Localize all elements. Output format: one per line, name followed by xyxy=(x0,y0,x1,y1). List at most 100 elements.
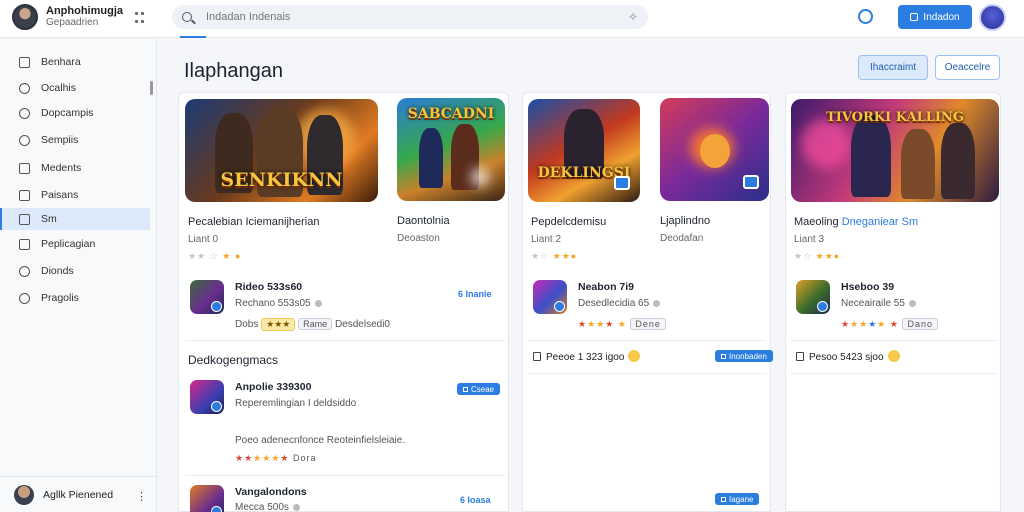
brand-title: Anphohimugja xyxy=(46,5,123,17)
card-subtitle: Deoaston xyxy=(397,233,440,244)
install-link[interactable]: 6 Ioasa xyxy=(460,495,491,505)
rating-stars: ★★ ☆ ★ ● xyxy=(188,251,242,261)
card-subtitle: Liant 3 xyxy=(794,234,825,245)
app-meta: Desedlecidia 65 xyxy=(578,298,661,309)
sidebar-user-name: Agllk Pienened xyxy=(43,488,114,501)
game-thumbnail-4[interactable] xyxy=(660,98,769,201)
doc-icon xyxy=(19,189,30,201)
more-icon[interactable]: ⋮ xyxy=(136,490,147,503)
primary-header-button[interactable]: Ihaccraimt xyxy=(858,55,928,80)
circle-icon xyxy=(19,292,30,304)
sidebar-item-7[interactable]: Peplicagian xyxy=(0,233,150,255)
list-item-name[interactable]: Vangalondons xyxy=(235,486,307,498)
list-item-sub: Mecca 500s xyxy=(235,502,300,512)
square-icon xyxy=(19,56,30,68)
sidebar-scrollbar[interactable] xyxy=(150,81,153,95)
circle-icon xyxy=(19,107,30,119)
square-icon xyxy=(721,496,726,502)
square-icon xyxy=(721,353,726,359)
sidebar-item-6[interactable]: Sm xyxy=(0,208,150,230)
sidebar: Benhara Ocalhis Dopcampis Sempiis Medent… xyxy=(0,39,157,512)
app-icon[interactable] xyxy=(190,485,224,512)
sidebar-item-0[interactable]: Benhara xyxy=(0,51,150,73)
search-icon xyxy=(182,12,192,22)
sparkle-icon[interactable]: ✧ xyxy=(628,10,638,24)
rating-stars: ★☆ ★★● xyxy=(794,251,841,261)
avatar xyxy=(14,484,34,505)
card-title[interactable]: Ljaplindno xyxy=(660,215,710,227)
card-subtitle: Liant 2 xyxy=(531,234,562,245)
sidebar-item-5[interactable]: Paisans xyxy=(0,184,150,206)
app-meta: Neceairaile 55 xyxy=(841,298,916,309)
tag-chip: Dano xyxy=(902,318,938,330)
game-art-title: SABCADNI xyxy=(407,106,495,122)
square-icon xyxy=(19,213,30,225)
list-item-sub: Reperemlingian I deldsiddo xyxy=(235,398,357,409)
verified-badge-icon xyxy=(743,175,759,189)
app-icon[interactable] xyxy=(190,380,224,414)
rating-stars: ★★★★★★ Dora xyxy=(235,453,317,463)
app-tags: Dobs ★★★ Rame Desdelsedi0 xyxy=(235,318,390,331)
game-art-title: TIVORKI KALLING xyxy=(826,110,964,125)
sidebar-item-9[interactable]: Pragolis xyxy=(0,287,150,309)
help-icon[interactable] xyxy=(858,9,873,24)
sidebar-item-4[interactable]: Medents xyxy=(0,157,150,179)
game-art-title: SENKIKNN xyxy=(220,169,343,191)
app-name[interactable]: Hseboo 39 xyxy=(841,281,894,293)
secondary-header-button[interactable]: Oeaccelre xyxy=(935,55,1000,80)
list-item-desc: Poeo adenecnfonce Reoteinfielsleiaie. xyxy=(235,435,406,446)
card-pill[interactable]: Inonbaden xyxy=(715,350,773,362)
rating-stars: ★★★★★ ★ Dano xyxy=(841,318,938,330)
brand[interactable]: Anphohimugja Gepaadrien xyxy=(12,4,123,30)
square-icon xyxy=(19,162,30,174)
search-input[interactable] xyxy=(206,11,606,23)
card-footer: Peeoe 1 323 igoo xyxy=(533,350,641,363)
card-column-5: TIVORKI KALLING Maeoling Dneganiear Sm L… xyxy=(785,92,1001,512)
game-thumbnail-3[interactable]: DEKLINGSI xyxy=(528,99,640,202)
game-thumbnail-5[interactable]: TIVORKI KALLING xyxy=(791,99,999,202)
sidebar-item-2[interactable]: Dopcampis xyxy=(0,102,150,124)
doc-icon xyxy=(796,352,804,361)
app-icon[interactable] xyxy=(533,280,567,314)
apps-grid-icon[interactable] xyxy=(135,12,147,24)
app-icon[interactable] xyxy=(190,280,224,314)
app-icon[interactable] xyxy=(796,280,830,314)
list-item-pill[interactable]: Cseae xyxy=(457,383,501,395)
sidebar-item-8[interactable]: Dionds xyxy=(0,260,150,282)
card-footer: Pesoo 5423 sjoo xyxy=(796,350,900,363)
game-thumbnail-2[interactable]: SABCADNI xyxy=(397,98,505,201)
tag-chip: Rame xyxy=(298,318,333,330)
top-bar: Anphohimugja Gepaadrien ✧ Indadon xyxy=(0,0,1024,38)
button-icon xyxy=(910,13,919,21)
sidebar-user[interactable]: Agllk Pienened ⋮ xyxy=(0,476,157,512)
smile-icon xyxy=(887,350,900,362)
sidebar-item-1[interactable]: Ocalhis xyxy=(0,77,150,99)
section-title: Dedkogengmacs xyxy=(188,353,279,367)
user-avatar[interactable] xyxy=(979,4,1006,31)
rating-stars: ★☆ ★★● xyxy=(531,251,578,261)
chat-icon xyxy=(19,134,30,146)
page-title: Ilaphangan xyxy=(184,60,283,82)
card-title[interactable]: Pepdelcdemisu xyxy=(531,216,606,228)
app-name[interactable]: Rideo 533s60 xyxy=(235,281,302,293)
verified-badge-icon xyxy=(614,176,630,190)
card-title[interactable]: Maeoling Dneganiear Sm xyxy=(794,216,918,228)
square-icon xyxy=(19,238,30,250)
search-bar[interactable]: ✧ xyxy=(172,5,648,29)
tag-chip: Dene xyxy=(630,318,666,330)
square-icon xyxy=(463,386,468,392)
card-subtitle: Deodafan xyxy=(660,233,704,244)
card-title[interactable]: Daontolnia xyxy=(397,215,450,227)
list-footer-pill[interactable]: Iagane xyxy=(715,493,760,505)
app-name[interactable]: Neabon 7i9 xyxy=(578,281,634,293)
card-title[interactable]: Pecalebian Iciemanijherian xyxy=(188,216,319,228)
rating-stars: ★★★★ ★ Dene xyxy=(578,318,666,330)
list-item-name[interactable]: Anpolie 339300 xyxy=(235,381,311,393)
circle-icon xyxy=(19,82,30,94)
doc-icon xyxy=(533,352,541,361)
install-link[interactable]: 6 Inanie xyxy=(458,289,492,299)
search-tab-indicator xyxy=(180,36,206,38)
sidebar-item-3[interactable]: Sempiis xyxy=(0,129,150,151)
game-thumbnail-1[interactable]: SENKIKNN xyxy=(185,99,378,202)
top-action-button[interactable]: Indadon xyxy=(898,5,972,29)
